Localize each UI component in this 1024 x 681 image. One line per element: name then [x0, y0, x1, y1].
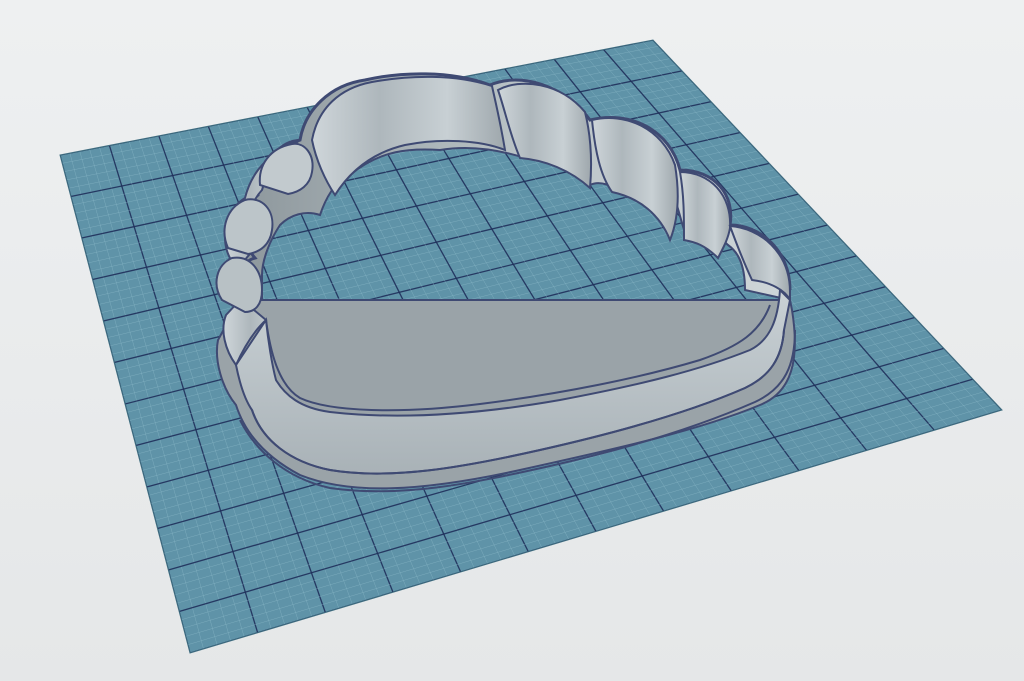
scene-canvas[interactable] [0, 0, 1024, 681]
3d-viewport[interactable] [0, 0, 1024, 681]
